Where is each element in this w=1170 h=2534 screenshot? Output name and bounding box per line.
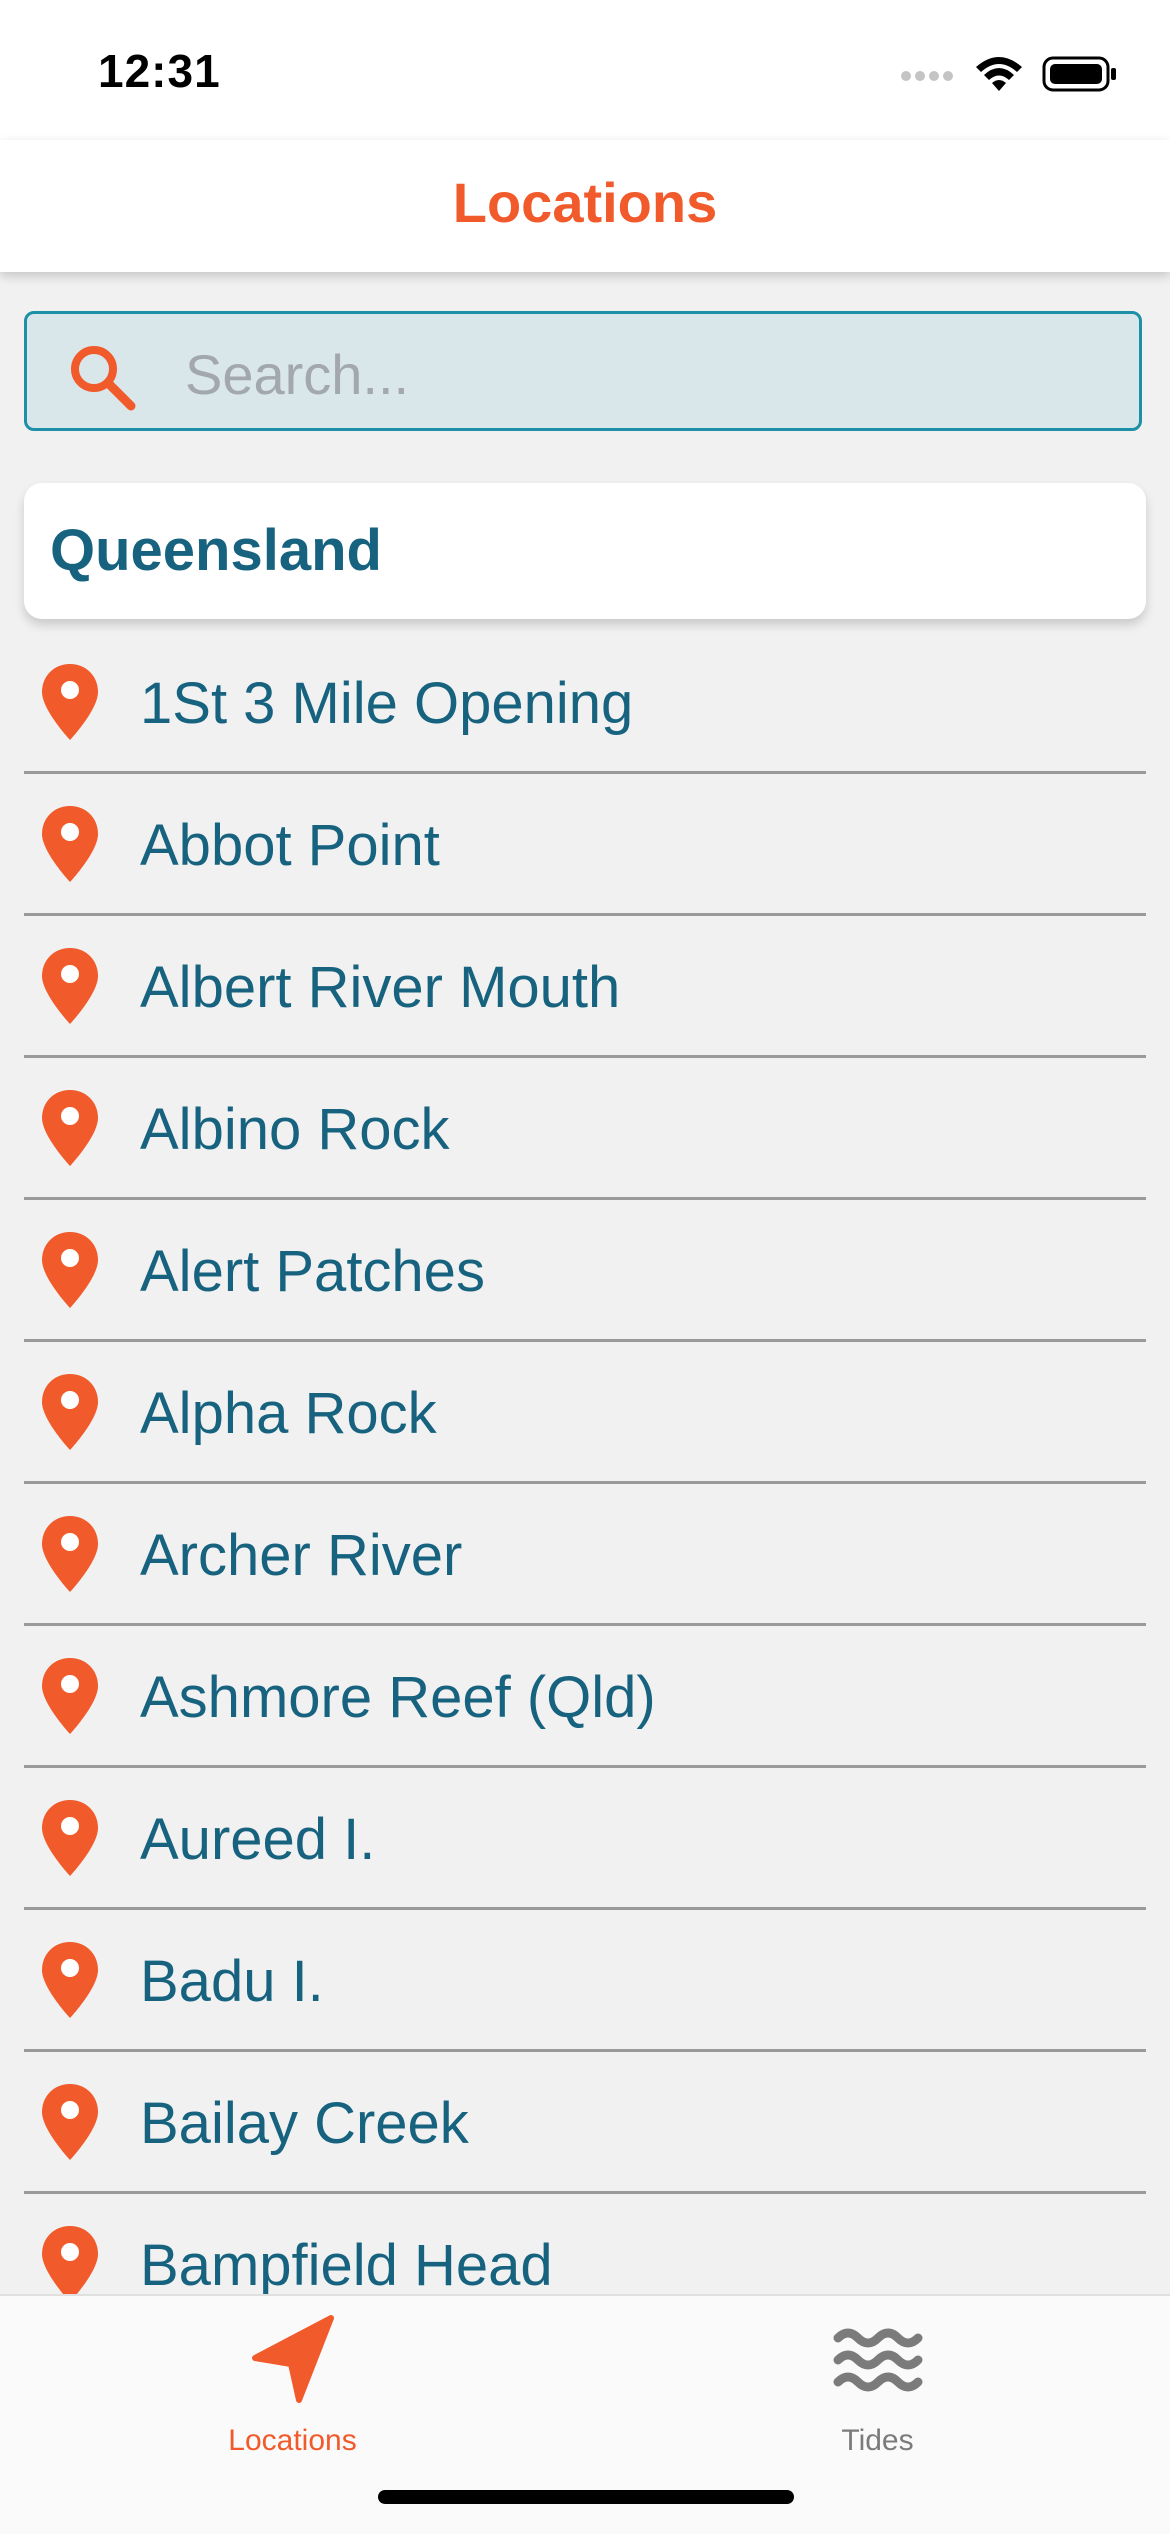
tab-label: Locations: [228, 2424, 357, 2457]
map-pin-icon: [42, 1090, 98, 1166]
map-pin-icon: [42, 1942, 98, 2018]
map-pin-icon: [42, 1800, 98, 1876]
section-header: Queensland: [24, 483, 1146, 619]
location-name: Albert River Mouth: [140, 955, 621, 1020]
home-indicator: [378, 2490, 794, 2504]
list-item[interactable]: Aureed I.: [24, 1768, 1146, 1910]
list-item[interactable]: Bailay Creek: [24, 2052, 1146, 2194]
location-name: Badu I.: [140, 1949, 324, 2014]
tab-locations[interactable]: Locations: [0, 2296, 585, 2466]
map-pin-icon: [42, 2226, 98, 2302]
list-item[interactable]: Alert Patches: [24, 1200, 1146, 1342]
list-item[interactable]: Alpha Rock: [24, 1342, 1146, 1484]
map-pin-icon: [42, 1658, 98, 1734]
list-item[interactable]: Badu I.: [24, 1910, 1146, 2052]
map-pin-icon: [42, 948, 98, 1024]
list-item[interactable]: Ashmore Reef (Qld): [24, 1626, 1146, 1768]
page-title: Locations: [452, 171, 718, 234]
waves-icon: [833, 2328, 922, 2392]
section-title: Queensland: [50, 518, 382, 583]
location-name: 1St 3 Mile Opening: [140, 671, 634, 736]
search-icon: [71, 346, 136, 411]
map-pin-icon: [42, 2084, 98, 2160]
location-name: Aureed I.: [140, 1807, 376, 1872]
map-pin-icon: [42, 1374, 98, 1450]
list-item[interactable]: Albert River Mouth: [24, 916, 1146, 1058]
location-name: Alert Patches: [140, 1239, 485, 1304]
location-name: Bailay Creek: [140, 2091, 469, 2156]
status-time: 12:31: [98, 45, 221, 97]
location-name: Abbot Point: [140, 813, 440, 878]
status-icons: [900, 52, 1118, 96]
wifi-icon: [976, 57, 1022, 91]
navigation-arrow-icon: [251, 2315, 334, 2403]
cellular-signal-icon: [901, 71, 953, 81]
tab-tides[interactable]: Tides: [585, 2296, 1170, 2466]
list-item[interactable]: Albino Rock: [24, 1058, 1146, 1200]
location-name: Archer River: [140, 1523, 463, 1588]
list-item[interactable]: 1St 3 Mile Opening: [24, 632, 1146, 774]
map-pin-icon: [42, 664, 98, 740]
list-item[interactable]: Abbot Point: [24, 774, 1146, 916]
map-pin-icon: [42, 806, 98, 882]
tab-label: Tides: [841, 2424, 914, 2457]
location-name: Ashmore Reef (Qld): [140, 1665, 656, 1730]
list-item[interactable]: Archer River: [24, 1484, 1146, 1626]
status-bar: 12:31: [0, 0, 1170, 140]
map-pin-icon: [42, 1232, 98, 1308]
navigation-bar: Locations: [0, 140, 1170, 272]
location-list: 1St 3 Mile Opening Abbot Point Albert Ri…: [24, 632, 1146, 2336]
location-name: Albino Rock: [140, 1097, 450, 1162]
search-bar[interactable]: [24, 311, 1142, 431]
map-pin-icon: [42, 1516, 98, 1592]
battery-icon: [1042, 56, 1116, 92]
search-input[interactable]: [183, 334, 1107, 414]
location-name: Alpha Rock: [140, 1381, 437, 1446]
location-name: Bampfield Head: [140, 2233, 553, 2298]
